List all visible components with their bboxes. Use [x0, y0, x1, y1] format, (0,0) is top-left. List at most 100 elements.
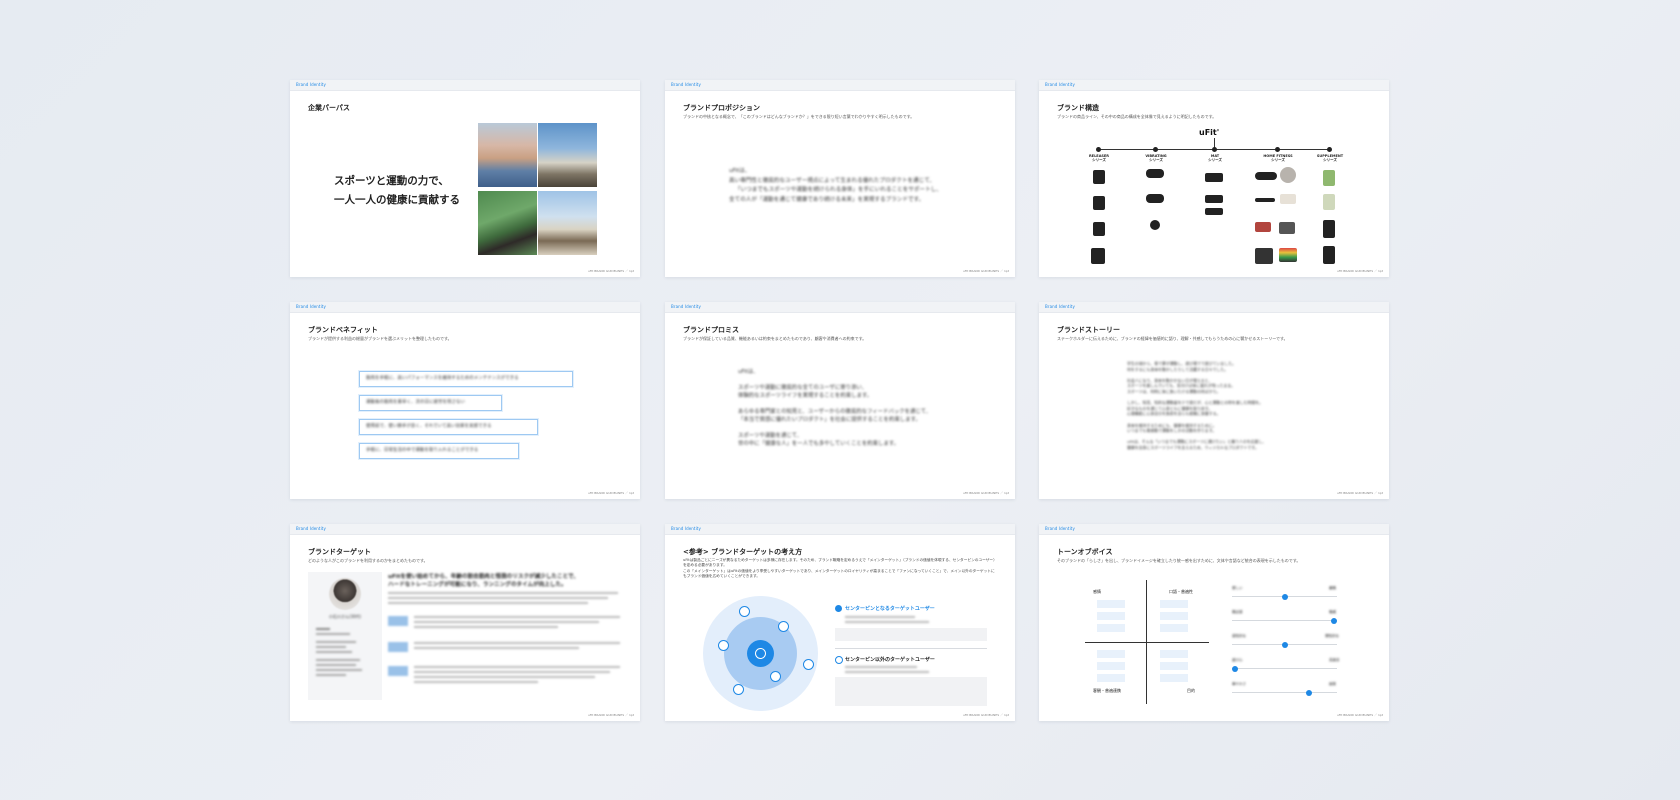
tree-node [1096, 147, 1101, 152]
product-roller [1255, 172, 1277, 180]
slide-brand-benefit[interactable]: Brand Identity ブランドベネフィット ブランドが提供する利益の総量… [290, 302, 640, 499]
slide-header: Brand Identity [290, 302, 640, 313]
category-mat: MAT シリーズ [1208, 154, 1222, 163]
slide-purpose[interactable]: Brand Identity 企業パーパス スポーツと運動の力で、 一人一人の健… [290, 80, 640, 277]
text-line: しかし、知見、知的な運動量を少で遊だが、心と運動との時を楽しむ時間を。 [1127, 400, 1264, 406]
slide-header: Brand Identity [290, 80, 640, 91]
product-stick [1255, 198, 1275, 202]
slide-title: ブランドストーリー [1057, 326, 1120, 334]
slide-tag: Brand Identity [671, 82, 701, 87]
slider-label-right: 厳格 [1329, 586, 1336, 590]
product-massage-gun [1093, 170, 1105, 184]
user-icon [755, 648, 766, 659]
slide-title: 企業パーパス [308, 104, 350, 112]
slide-header: Brand Identity [665, 524, 1015, 535]
slide-brand-story[interactable]: Brand Identity ブランドストーリー ステークホルダーに伝えるために… [1039, 302, 1389, 499]
info-box [835, 677, 987, 706]
slide-title: ブランドベネフィット [308, 326, 378, 334]
slide-subtitle: ブランドが提供する利益の総量がブランドを選ぶメリットを整理したものです。 [308, 336, 452, 341]
legend-main-desc [845, 616, 929, 623]
story-text: 学生の頃から、骨で夢が運動し、遊び場でで遊びていました。 何をするにも身体を動か… [1127, 361, 1266, 451]
tone-keyword [1160, 662, 1188, 670]
slide-title: <参考> ブランドターゲットの考え方 [683, 548, 803, 556]
slide-brand-promise[interactable]: Brand Identity ブランドプロミス ブランドが保証している品質、機能… [665, 302, 1015, 499]
tone-keyword [1160, 624, 1188, 632]
slide-tag: Brand Identity [1045, 526, 1075, 531]
legend-other-label: センターピン以外のターゲットユーザー [845, 657, 935, 663]
slide-header: Brand Identity [665, 80, 1015, 91]
product-mat [1205, 195, 1223, 203]
slide-footer: uFit BRAND GUIDELINES ／ 1pt [1336, 269, 1383, 273]
slider-label-right: 誠実 [1329, 682, 1336, 686]
slide-subtitle: どのような人がこのブランドを利用するのかをまとめたものです。 [308, 558, 428, 563]
product-supplement [1323, 246, 1335, 264]
product-foam-roller [1146, 194, 1164, 203]
slider-label-left: 遊び心 [1232, 658, 1243, 662]
user-icon [739, 606, 750, 617]
slide-brand-target[interactable]: Brand Identity ブランドターゲット どのような人がこのブランドを利… [290, 524, 640, 721]
slide-footer: uFit BRAND GUIDELINES ／ 1pt [587, 491, 634, 495]
slider-label-left: 優しい [1232, 586, 1243, 590]
slider-knob [1232, 665, 1238, 672]
benefit-item: 運動後の筋肉を素早く、次の日に疲労を残さない [359, 395, 502, 411]
quadrant-label: 口語・普遍性 [1169, 589, 1193, 594]
text-line: ハードなトレーニングが可能になり、ランニングのタイムが向上した。 [388, 581, 567, 588]
slide-subtitle: ステークホルダーに伝えるために、ブランドの経緯を価値的に語り、理解・共感してもら… [1057, 336, 1288, 341]
slide-tone-of-voice[interactable]: Brand Identity トーンオブボイス そのブランドの「らしさ」を出し、… [1039, 524, 1389, 721]
slide-target-concept[interactable]: Brand Identity <参考> ブランドターゲットの考え方 uFitは製… [665, 524, 1015, 721]
slide-proposition[interactable]: Brand Identity ブランドプロポジション ブランドの中核となる概念で… [665, 80, 1015, 277]
text-line: 「いつまでもスポーツや運動を続けられる身体」を手にいれることをサポートし、 [735, 187, 942, 193]
tone-slider [1232, 617, 1337, 624]
slide-title: ブランドプロポジション [683, 104, 760, 112]
persona-card: 小石川さん(30代) [308, 572, 382, 700]
benefit-item: 筋肉を手軽に、高いパフォーマンスを維持するためのメンテナンスができる [359, 371, 573, 387]
slide-footer: uFit BRAND GUIDELINES ／ 1pt [587, 269, 634, 273]
slide-tag: Brand Identity [1045, 82, 1075, 87]
text-line: スポーツや運動に徹底的な全てのユーザに寄り添い、 [738, 385, 868, 391]
slide-brand-structure[interactable]: Brand Identity ブランド構造 ブランドの商品ライン、その中の商品の… [1039, 80, 1389, 277]
photo-basketball [538, 123, 597, 187]
user-icon [770, 671, 781, 682]
slide-subtitle: uFitは製品ごとにニーズが異なるためターゲットは多様に存在します。そのため、ブ… [683, 558, 998, 580]
product-bike [1255, 248, 1273, 264]
legend-main-label: センターピンとなるターゲットユーザー [845, 606, 935, 612]
slider-knob [1281, 641, 1288, 648]
product-massage-gun [1093, 222, 1105, 236]
slide-header: Brand Identity [1039, 80, 1389, 91]
slide-footer: uFit BRAND GUIDELINES ／ 1pt [962, 269, 1009, 273]
text-line [738, 424, 931, 432]
info-box [835, 628, 987, 641]
benefit-item: 使用前で、使い勝手が良く、それでいて高い効果を実感できる [359, 419, 538, 435]
tree-node [1153, 147, 1158, 152]
horizontal-axis [1085, 642, 1209, 643]
tone-keyword [1097, 650, 1125, 658]
text-line: uFitは、 [738, 369, 759, 375]
purpose-statement: スポーツと運動の力で、 一人一人の健康に貢献する [334, 172, 460, 210]
tree-node [1275, 147, 1280, 152]
slide-tag: Brand Identity [296, 526, 326, 531]
product-balance-ball [1280, 167, 1296, 183]
slide-title: ブランドターゲット [308, 548, 371, 556]
product-supplement [1323, 220, 1335, 238]
slide-title: ブランドプロミス [683, 326, 739, 334]
proposition-text: uFitは、 高い専門性と徹底的なユーザー視点によって生まれる優れたプロダクトを… [729, 167, 942, 205]
promise-text: uFitは、 スポーツや運動に徹底的な全てのユーザに寄り添い、 体験的なスポーツ… [738, 368, 931, 448]
brand-logo: uFit' [1199, 128, 1220, 137]
slide-subtitle: そのブランドの「らしさ」を出し、ブランドイメージを確立したり統一感を出すために、… [1057, 558, 1301, 563]
slide-footer: uFit BRAND GUIDELINES ／ 1pt [962, 713, 1009, 717]
text-line: 健康を自身にスポーツライフを支えるため、ウィジカルなプロダクトです。 [1127, 444, 1259, 450]
text-line: あらゆる専門家との知見と、ユーザーからの徹底的なフィードバックを通じて、 [738, 409, 932, 415]
persona-name: 小石川さん(30代) [328, 614, 362, 619]
text-line: 世の中に「健康な人」を一人でも多やしていくことを約束します。 [738, 441, 900, 447]
subtitle-line: この「メインターゲット」はuFitの価値をより享受しやすいターゲットであり、メイ… [683, 568, 995, 579]
slider-label-right: 権威 [1329, 610, 1336, 614]
divider [835, 648, 987, 649]
quadrant-label: 客観・普遍連携 [1093, 688, 1121, 693]
slide-footer: uFit BRAND GUIDELINES ／ 1pt [962, 491, 1009, 495]
tone-keyword [1160, 674, 1188, 682]
slide-tag: Brand Identity [296, 82, 326, 87]
slide-header: Brand Identity [290, 524, 640, 535]
tone-keyword [1097, 600, 1125, 608]
slide-header: Brand Identity [665, 302, 1015, 313]
slider-knob [1281, 593, 1288, 600]
